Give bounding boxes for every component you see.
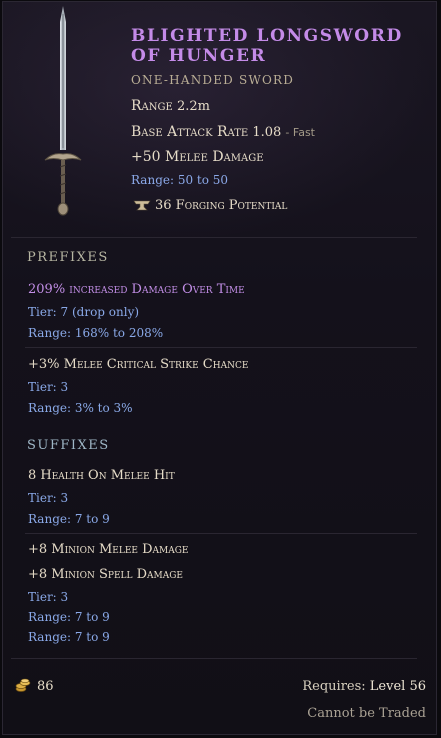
suffix-affix-1: 8 Health On Melee Hit	[28, 468, 175, 483]
suffix-affix-2b: +8 Minion Spell Damage	[28, 567, 183, 582]
longsword-icon	[44, 6, 82, 216]
suffix-affix-2-range: Range: 7 to 9	[28, 610, 110, 624]
item-tooltip: Blighted Longsword of Hunger One-Handed …	[2, 1, 437, 735]
anvil-icon	[133, 200, 151, 211]
suffix-affix-2: +8 Minion Melee Damage	[28, 542, 189, 557]
suffix-affix-1-range: Range: 7 to 9	[28, 512, 110, 526]
gold-coins-icon	[15, 678, 31, 692]
divider	[11, 658, 417, 659]
prefix-affix-2: +3% Melee Critical Strike Chance	[28, 357, 249, 372]
item-name: Blighted Longsword of Hunger	[131, 26, 403, 66]
divider	[25, 347, 417, 348]
suffix-affix-1-tier: Tier: 3	[28, 491, 69, 505]
requires-label: Requires:	[302, 679, 366, 694]
forging-text: 36 Forging Potential	[155, 198, 288, 213]
range-value: 2.2m	[176, 99, 210, 114]
implicit-stat: +50 Melee Damage	[131, 149, 264, 165]
range-stat: Range 2.2m	[131, 98, 210, 114]
range-label: Range	[131, 98, 173, 114]
gold-amount: 86	[37, 679, 54, 694]
prefix-affix-1: 209% increased Damage Over Time	[28, 282, 245, 297]
requires-level: Level 56	[369, 679, 426, 694]
suffixes-title: Suffixes	[27, 438, 110, 453]
attack-rate-value: 1.08	[252, 125, 282, 140]
suffix-affix-2-tier: Tier: 3	[28, 590, 69, 604]
attack-rate-stat: Base Attack Rate 1.08 - Fast	[131, 124, 315, 140]
suffix-affix-2-range2: Range: 7 to 9	[28, 630, 110, 644]
attack-rate-label: Base Attack Rate	[131, 124, 249, 140]
gold-value: 86	[15, 678, 54, 694]
item-type: One-Handed Sword	[131, 73, 295, 87]
divider	[25, 533, 417, 534]
prefixes-title: Prefixes	[27, 250, 109, 265]
prefix-affix-1-range: Range: 168% to 208%	[28, 326, 164, 340]
attack-rate-speed: - Fast	[285, 126, 315, 139]
prefix-affix-2-tier: Tier: 3	[28, 380, 69, 394]
level-requirement: Requires: Level 56	[302, 679, 426, 694]
implicit-range: Range: 50 to 50	[131, 173, 229, 187]
prefix-affix-1-tier: Tier: 7 (drop only)	[28, 305, 140, 319]
divider	[11, 237, 417, 238]
trade-status: Cannot be Traded	[307, 706, 426, 721]
prefix-affix-2-range: Range: 3% to 3%	[28, 401, 133, 415]
forging-potential: 36 Forging Potential	[133, 198, 287, 213]
